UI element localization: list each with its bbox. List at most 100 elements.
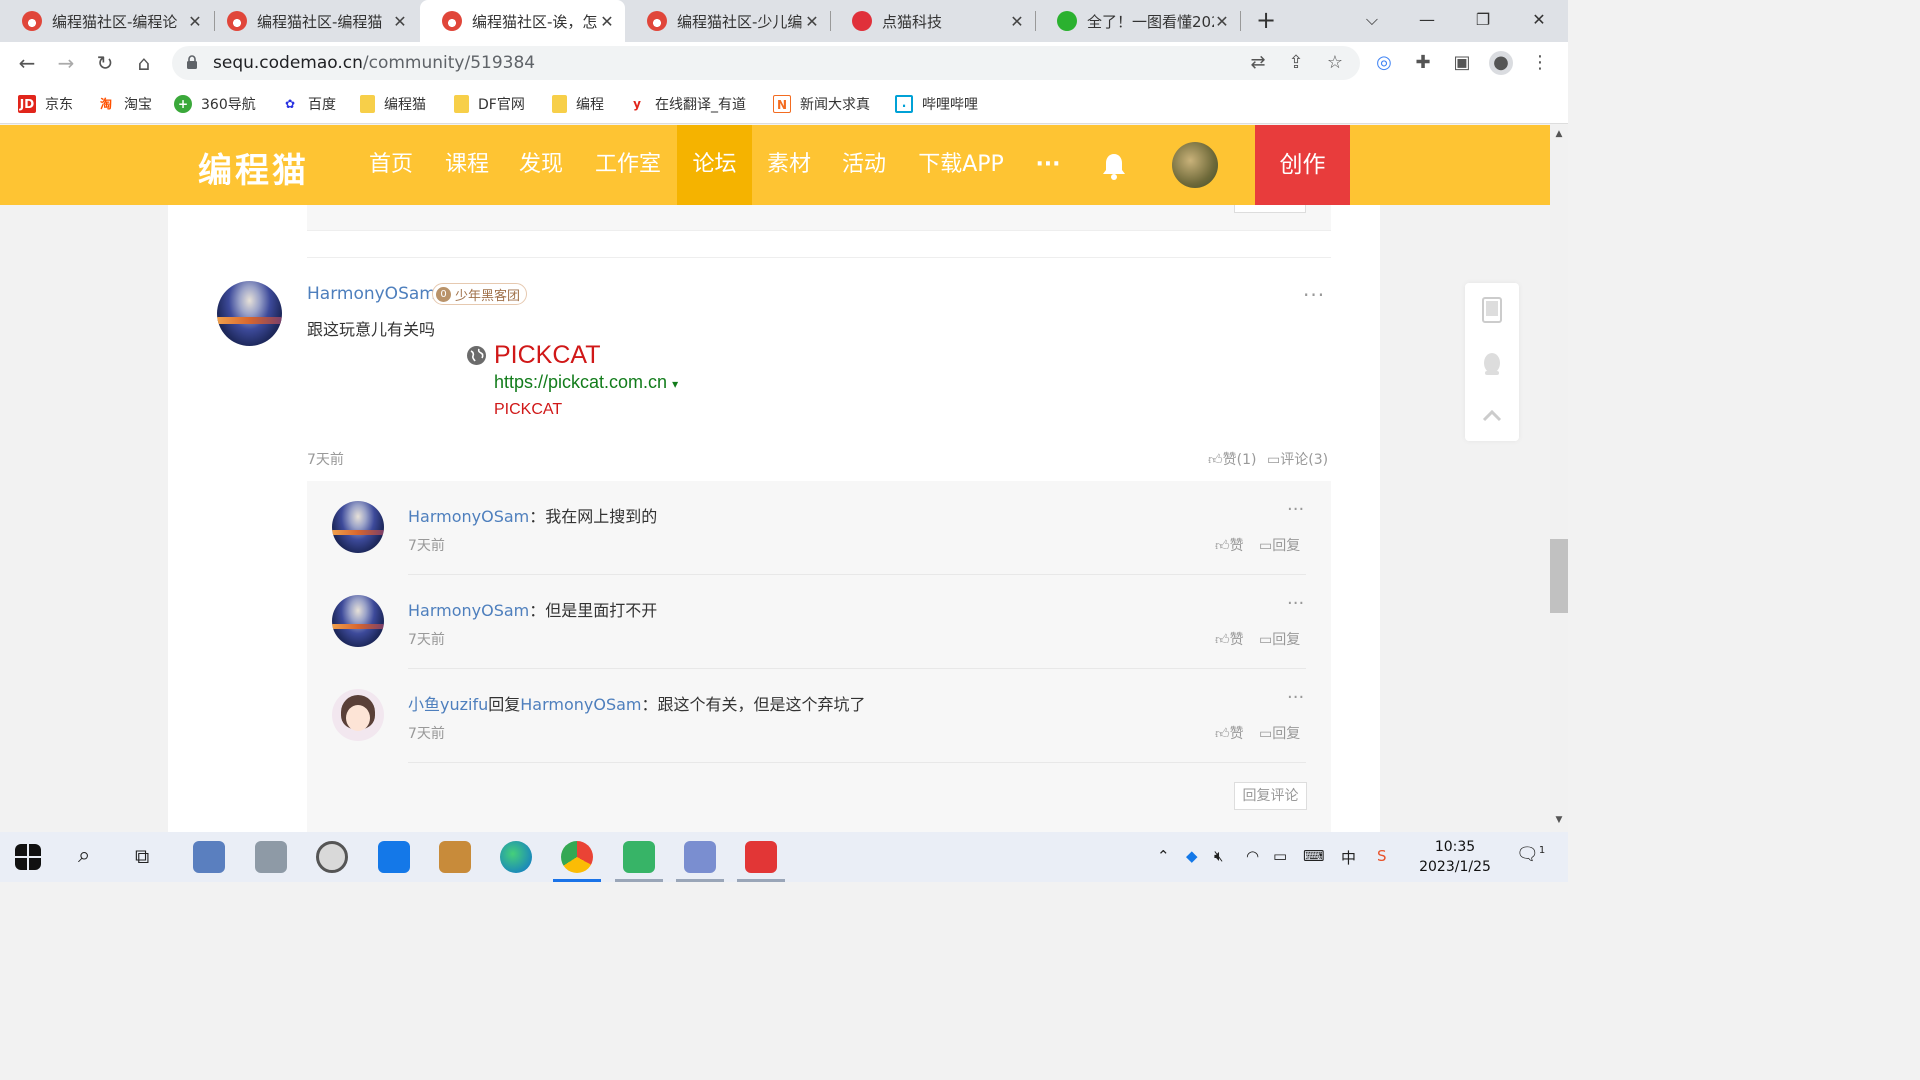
- reply-like-button[interactable]: 👍︎赞: [1215, 629, 1244, 649]
- comment-username[interactable]: HarmonyOSam: [307, 284, 436, 304]
- bookmark-youdao[interactable]: y 在线翻译_有道: [628, 93, 746, 115]
- dianmao-app-icon[interactable]: [737, 841, 785, 882]
- share-icon[interactable]: ⇪: [1284, 51, 1308, 75]
- create-button[interactable]: 创作: [1255, 125, 1350, 205]
- reply-username[interactable]: 小鱼yuzifu: [408, 695, 488, 714]
- close-icon[interactable]: ✕: [187, 12, 203, 31]
- bookmark-baidu[interactable]: ✿ 百度: [281, 93, 336, 115]
- chrome-icon[interactable]: [553, 841, 601, 882]
- sogou-input-icon[interactable]: S: [1377, 847, 1387, 865]
- extensions-puzzle-icon[interactable]: ✚: [1411, 51, 1435, 75]
- edge-icon[interactable]: [500, 841, 532, 873]
- calculator-icon[interactable]: [255, 841, 287, 873]
- bookmark-jd[interactable]: JD 京东: [18, 93, 73, 115]
- browser-tab[interactable]: 点猫科技 ✕: [830, 0, 1035, 42]
- home-icon[interactable]: ⌂: [131, 50, 157, 76]
- bookmark-news[interactable]: N 新闻大求真: [773, 93, 870, 115]
- reply-reply-button[interactable]: ▭回复: [1259, 629, 1300, 649]
- reply-like-button[interactable]: 👍︎赞: [1215, 723, 1244, 743]
- bookmark-folder-biancheng[interactable]: 编程: [552, 93, 604, 115]
- profile-avatar-icon[interactable]: ●: [1489, 51, 1513, 75]
- notification-center-icon[interactable]: 🗨︎1: [1516, 844, 1545, 865]
- previous-reply-button[interactable]: [1234, 205, 1306, 213]
- reload-icon[interactable]: ↻: [92, 50, 118, 76]
- notification-bell-icon[interactable]: [1100, 151, 1128, 181]
- reply-reply-button[interactable]: ▭回复: [1259, 723, 1300, 743]
- tray-overflow-chevron-icon[interactable]: ⌃: [1157, 847, 1170, 865]
- bookmark-folder-codemao[interactable]: 编程猫: [360, 93, 426, 115]
- feishu-icon[interactable]: [378, 841, 410, 873]
- feishu-tray-icon[interactable]: ◆: [1186, 847, 1198, 865]
- ime-indicator[interactable]: 中: [1341, 847, 1356, 868]
- reply-comment-button[interactable]: 回复评论: [1234, 782, 1307, 810]
- reply-reply-button[interactable]: ▭回复: [1259, 535, 1300, 555]
- close-icon[interactable]: ✕: [1009, 12, 1025, 31]
- back-arrow-icon[interactable]: ←: [14, 50, 40, 76]
- close-icon[interactable]: ✕: [804, 12, 820, 31]
- nav-course[interactable]: 课程: [434, 125, 500, 205]
- battery-icon[interactable]: ▭: [1273, 847, 1287, 865]
- scroll-down-arrow-icon[interactable]: ▼: [1550, 815, 1568, 831]
- reply-avatar[interactable]: [332, 501, 384, 553]
- nav-forum[interactable]: 论坛: [677, 125, 752, 205]
- bookmark-360[interactable]: +360导航: [174, 93, 256, 115]
- notes-app-icon[interactable]: [615, 841, 663, 882]
- window-close-button[interactable]: ✕: [1524, 6, 1554, 34]
- like-button[interactable]: 👍︎赞(1): [1208, 449, 1256, 469]
- bookmark-folder-df[interactable]: DF官网: [454, 93, 525, 115]
- extension-color-ring-icon[interactable]: ◎: [1372, 51, 1396, 75]
- bookmark-bilibili[interactable]: · 哔哩哔哩: [895, 93, 978, 115]
- comment-count-button[interactable]: ▭评论(3): [1267, 449, 1328, 469]
- nav-activity[interactable]: 活动: [831, 125, 897, 205]
- task-view-icon[interactable]: ⧉: [135, 844, 149, 868]
- link-preview-title[interactable]: PICKCAT: [494, 341, 601, 370]
- scroll-up-arrow-icon[interactable]: ▲: [1550, 129, 1568, 145]
- browser-tab[interactable]: 编程猫社区-少儿编 ✕: [625, 0, 830, 42]
- tab-search-chevron-icon[interactable]: ⌵: [1357, 6, 1387, 34]
- remote-desktop-icon[interactable]: [193, 841, 225, 873]
- nav-studio[interactable]: 工作室: [588, 125, 668, 205]
- nav-more[interactable]: ···: [1025, 125, 1071, 205]
- codemao-app-icon[interactable]: [676, 841, 724, 882]
- tablet-icon[interactable]: [1480, 297, 1504, 323]
- restore-button[interactable]: ❐: [1468, 6, 1498, 34]
- game-app-icon[interactable]: [439, 841, 471, 873]
- minimize-button[interactable]: —: [1412, 6, 1442, 34]
- new-tab-button[interactable]: +: [1253, 6, 1279, 34]
- bookmark-taobao[interactable]: 淘淘宝: [97, 93, 152, 115]
- reply-target-username[interactable]: HarmonyOSam: [520, 695, 641, 714]
- page-scrollbar[interactable]: ▲ ▼: [1550, 125, 1568, 832]
- search-icon[interactable]: ⌕: [78, 843, 90, 868]
- comment-more-button[interactable]: ···: [1303, 283, 1325, 307]
- address-bar[interactable]: sequ.codemao.cn/community/519384 ⇄ ⇪ ☆: [172, 46, 1360, 80]
- reply-avatar[interactable]: [332, 595, 384, 647]
- close-icon[interactable]: ✕: [1214, 12, 1230, 31]
- scrollbar-thumb[interactable]: [1550, 539, 1568, 613]
- menu-kebab-icon[interactable]: ⋮: [1528, 51, 1552, 75]
- reply-more-button[interactable]: ···: [1287, 499, 1304, 520]
- keyboard-icon[interactable]: ⌨: [1303, 847, 1325, 865]
- reply-username[interactable]: HarmonyOSam: [408, 507, 529, 526]
- reply-like-button[interactable]: 👍︎赞: [1215, 535, 1244, 555]
- nav-home[interactable]: 首页: [358, 125, 424, 205]
- dropdown-arrow-icon[interactable]: ▾: [672, 377, 678, 391]
- browser-tab[interactable]: 编程猫社区-编程猫 ✕: [205, 0, 418, 42]
- user-avatar[interactable]: [1172, 142, 1218, 188]
- reply-avatar[interactable]: [332, 689, 384, 741]
- windows-start-icon[interactable]: [15, 844, 41, 870]
- system-clock[interactable]: 10:35 2023/1/25: [1410, 837, 1500, 877]
- browser-tab[interactable]: 全了！一图看懂202 ✕: [1035, 0, 1240, 42]
- reply-username[interactable]: HarmonyOSam: [408, 601, 529, 620]
- close-icon[interactable]: ✕: [599, 12, 615, 31]
- site-logo[interactable]: 编程猫: [198, 143, 309, 192]
- reply-more-button[interactable]: ···: [1287, 593, 1304, 614]
- browser-tab[interactable]: 编程猫社区-编程论 ✕: [0, 0, 213, 42]
- nav-material[interactable]: 素材: [756, 125, 822, 205]
- nav-discover[interactable]: 发现: [508, 125, 574, 205]
- translate-icon[interactable]: ⇄: [1246, 51, 1270, 75]
- clock-app-icon[interactable]: [316, 841, 348, 873]
- wifi-icon[interactable]: ◠: [1246, 847, 1259, 865]
- side-panel-icon[interactable]: ▣: [1450, 51, 1474, 75]
- browser-tab-active[interactable]: 编程猫社区-诶，怎 ✕: [420, 0, 625, 42]
- volume-muted-icon[interactable]: 🔇︎: [1214, 847, 1223, 865]
